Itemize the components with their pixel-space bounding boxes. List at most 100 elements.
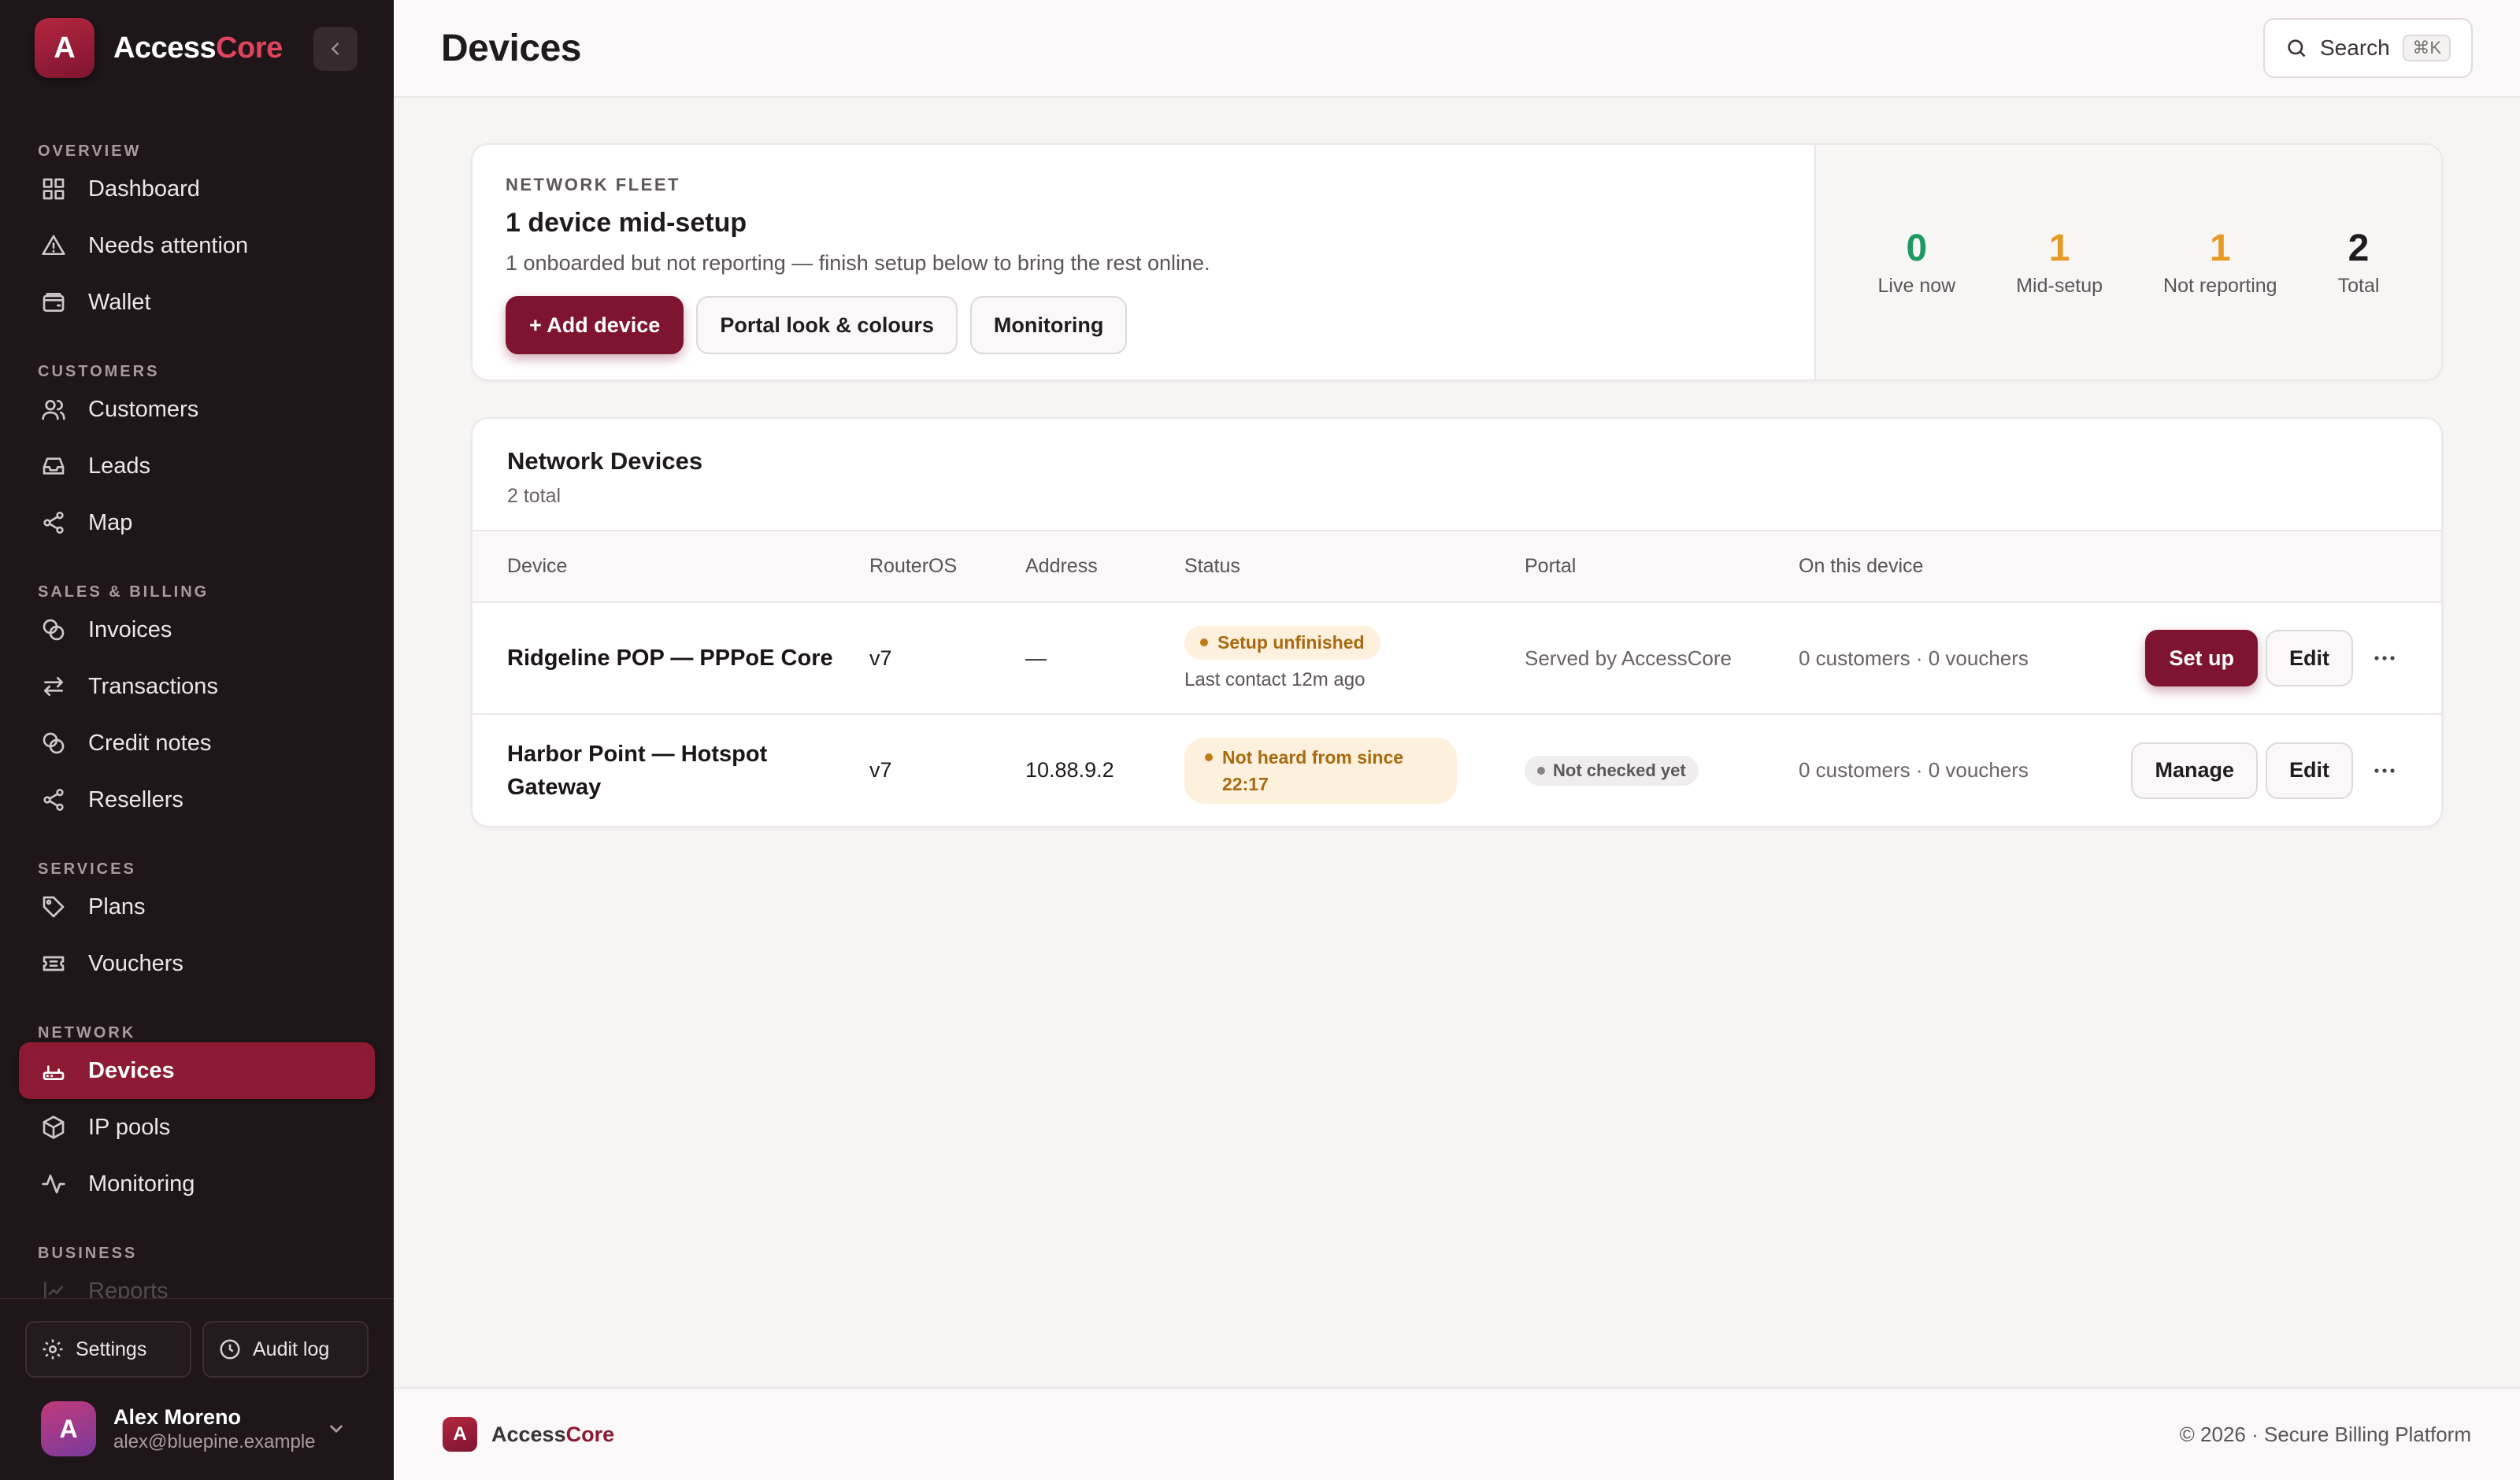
collapse-sidebar-button[interactable] <box>313 27 358 71</box>
footer: A AccessCore © 2026 · Secure Billing Pla… <box>394 1387 2520 1480</box>
gear-icon <box>43 1339 63 1360</box>
brand: A AccessCore <box>0 0 394 96</box>
ticket-icon <box>43 956 65 971</box>
brand-name-b: Core <box>216 31 283 65</box>
device-portal: Served by AccessCore <box>1525 602 1799 715</box>
more-button[interactable] <box>2361 767 2408 775</box>
col-portal: Portal <box>1525 531 1799 603</box>
more-horizontal-icon <box>2374 656 2395 660</box>
settings-label: Settings <box>76 1338 147 1360</box>
search-label: Search <box>2320 35 2390 60</box>
fleet-title: 1 device mid-setup <box>506 208 747 238</box>
topbar: Devices Search ⌘K <box>394 0 2520 98</box>
main: Devices Search ⌘K NETWORK FLEET 1 device… <box>394 0 2520 1480</box>
inbox-icon <box>43 457 65 475</box>
sidebar-item-customers[interactable]: Customers <box>19 381 375 438</box>
footer-brand[interactable]: A AccessCore <box>443 1417 614 1452</box>
status-badge: Not heard from since 22:17 <box>1184 737 1457 804</box>
nav-section-title: CUSTOMERS <box>38 363 160 380</box>
status-dot <box>1200 638 1208 646</box>
portal-text: Not checked yet <box>1553 760 1686 780</box>
footer-brand-b: Core <box>565 1422 615 1446</box>
search-shortcut: ⌘K <box>2403 35 2451 61</box>
sidebar-item-label: Monitoring <box>88 1171 195 1197</box>
devices-subtitle: 2 total <box>507 485 561 507</box>
stat-value: 1 <box>2048 228 2070 269</box>
more-button[interactable] <box>2361 654 2408 662</box>
setup-button[interactable]: Set up <box>2145 630 2258 686</box>
device-usage: 0 customers · 0 vouchers <box>1799 602 2073 715</box>
sidebar-item-credit-notes[interactable]: Credit notes <box>19 715 375 771</box>
stat-not-reporting: 1 Not reporting <box>2163 227 2277 298</box>
status-text: Not heard from since 22:17 <box>1222 746 1404 794</box>
device-name[interactable]: Ridgeline POP — PPPoE Core <box>507 642 869 675</box>
nav-section-title: SERVICES <box>38 860 136 878</box>
search-button[interactable]: Search ⌘K <box>2263 18 2473 78</box>
sidebar-item-resellers[interactable]: Resellers <box>19 771 375 828</box>
sidebar-item-leads[interactable]: Leads <box>19 438 375 494</box>
stat-value: 1 <box>2209 228 2231 269</box>
col-status: Status <box>1184 531 1525 603</box>
table-row[interactable]: Ridgeline POP — PPPoE Core v7 — Setup un… <box>472 602 2441 715</box>
device-address: — <box>1025 602 1184 715</box>
sidebar-item-wallet[interactable]: Wallet <box>19 274 375 331</box>
brand-logo[interactable]: A <box>35 18 94 78</box>
sidebar-item-label: Customers <box>88 396 199 422</box>
sidebar-item-vouchers[interactable]: Vouchers <box>19 935 375 992</box>
settings-button[interactable]: Settings <box>25 1321 191 1378</box>
stat-label: Not reporting <box>2163 275 2277 297</box>
stat-mid-setup: 1 Mid-setup <box>2016 227 2103 298</box>
dashboard-icon <box>43 178 65 200</box>
audit-log-label: Audit log <box>253 1338 330 1360</box>
monitoring-button[interactable]: Monitoring <box>969 296 1128 354</box>
sidebar-item-transactions[interactable]: Transactions <box>19 658 375 715</box>
manage-button[interactable]: Manage <box>2131 742 2258 799</box>
sidebar-item-label: Dashboard <box>88 176 200 202</box>
user-email: alex@bluepine.example <box>113 1430 316 1452</box>
device-name[interactable]: Harbor Point — Hotspot Gateway <box>507 738 775 804</box>
clock-icon <box>220 1339 240 1360</box>
stat-value: 0 <box>1906 228 1928 269</box>
stat-total: 2 Total <box>2338 227 2380 298</box>
coins-icon <box>43 619 65 641</box>
nav-section-title: SALES & BILLING <box>38 583 209 601</box>
stat-label: Live now <box>1877 275 1956 297</box>
sidebar-item-dashboard[interactable]: Dashboard <box>19 161 375 217</box>
stat-value: 2 <box>2348 228 2370 269</box>
table-row[interactable]: Harbor Point — Hotspot Gateway v7 10.88.… <box>472 714 2441 826</box>
sidebar-item-monitoring[interactable]: Monitoring <box>19 1156 375 1212</box>
sidebar-item-needs-attention[interactable]: Needs attention <box>19 217 375 274</box>
tag-icon <box>43 896 65 918</box>
brand-name[interactable]: AccessCore <box>113 31 283 65</box>
col-actions <box>2072 531 2441 603</box>
sidebar-item-devices[interactable]: Devices <box>19 1042 375 1099</box>
page-title: Devices <box>441 27 581 69</box>
devices-card: Network Devices 2 total Device RouterOS … <box>471 417 2443 827</box>
stat-label: Total <box>2337 275 2380 297</box>
coins-icon <box>43 732 65 754</box>
col-device: Device <box>472 531 869 603</box>
portal-look-button[interactable]: Portal look & colours <box>696 296 958 354</box>
share-icon <box>43 512 64 534</box>
more-horizontal-icon <box>2374 768 2395 773</box>
portal-badge: Not checked yet <box>1525 755 1699 786</box>
brand-name-a: Access <box>113 31 217 65</box>
user-menu[interactable]: A Alex Moreno alex@bluepine.example <box>25 1378 369 1480</box>
nav-section-title: BUSINESS <box>38 1245 138 1262</box>
avatar: A <box>41 1401 96 1456</box>
last-contact: Last contact 12m ago <box>1184 668 1366 690</box>
audit-log-button[interactable]: Audit log <box>202 1321 369 1378</box>
stat-label: Mid-setup <box>2016 275 2103 297</box>
sidebar-item-map[interactable]: Map <box>19 494 375 551</box>
edit-button[interactable]: Edit <box>2266 630 2353 686</box>
wallet-icon <box>43 293 65 312</box>
sidebar-item-invoices[interactable]: Invoices <box>19 601 375 658</box>
add-device-button[interactable]: + Add device <box>506 296 684 354</box>
sidebar-item-reports[interactable]: Reports <box>19 1263 375 1298</box>
nav-section-title: NETWORK <box>38 1024 136 1042</box>
sidebar-item-plans[interactable]: Plans <box>19 879 375 935</box>
sidebar-nav: OVERVIEW Dashboard Needs attention Wallet CU… <box>0 96 394 1298</box>
sidebar-item-ip-pools[interactable]: IP pools <box>19 1099 375 1156</box>
col-routeros: RouterOS <box>869 531 1025 603</box>
edit-button[interactable]: Edit <box>2266 742 2353 799</box>
